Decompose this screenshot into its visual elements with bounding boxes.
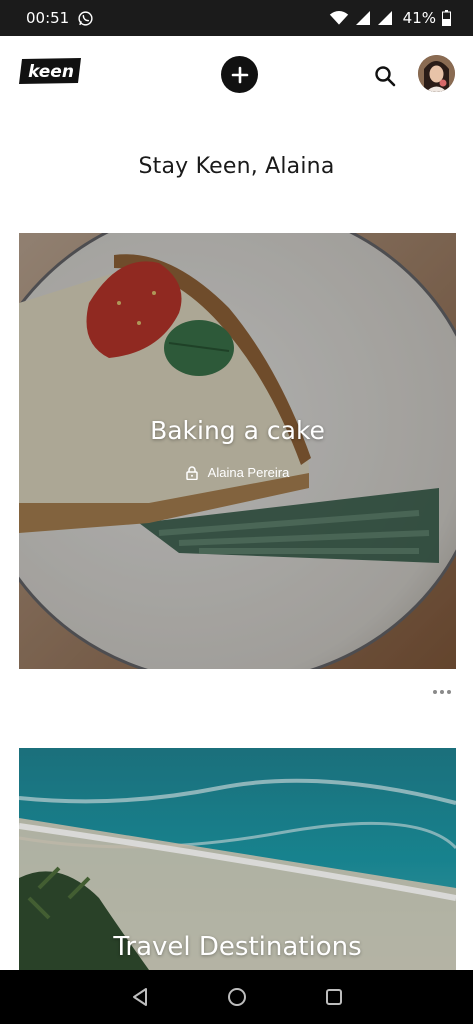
add-button[interactable]	[221, 56, 258, 93]
search-button[interactable]	[372, 63, 398, 89]
card-title: Baking a cake	[150, 416, 325, 445]
status-time: 00:51	[26, 9, 70, 27]
avatar[interactable]	[418, 55, 455, 92]
back-icon[interactable]	[128, 985, 152, 1009]
lock-icon	[185, 465, 198, 480]
signal-icon	[377, 11, 392, 25]
plus-icon	[231, 66, 248, 83]
signal-icon	[355, 11, 370, 25]
board-card[interactable]: Baking a cake Alaina Pereira	[19, 233, 456, 669]
card-author: Alaina Pereira	[19, 465, 456, 480]
status-left: 00:51	[26, 9, 94, 27]
wifi-icon	[329, 11, 348, 25]
logo-text: keen	[28, 62, 74, 82]
more-options-button[interactable]	[430, 684, 454, 700]
battery-percentage: 41%	[402, 9, 436, 27]
keen-logo[interactable]: keen	[18, 56, 84, 86]
author-name: Alaina Pereira	[207, 465, 290, 480]
card-title: Travel Destinations	[113, 932, 362, 962]
whatsapp-icon	[78, 10, 93, 26]
status-right: 41%	[329, 9, 451, 27]
user-avatar	[418, 55, 455, 92]
home-icon[interactable]	[225, 985, 249, 1009]
more-horizontal-icon	[433, 690, 437, 694]
status-bar: 00:51 41%	[0, 0, 473, 36]
greeting-heading: Stay Keen, Alaina	[138, 154, 335, 179]
board-card[interactable]: Travel Destinations	[19, 748, 456, 970]
system-navigation-bar	[0, 970, 473, 1024]
battery-icon	[442, 10, 451, 26]
app-header: keen	[0, 36, 473, 116]
card-overlay	[19, 233, 456, 669]
search-icon	[375, 66, 396, 87]
recent-apps-icon[interactable]	[322, 985, 346, 1009]
